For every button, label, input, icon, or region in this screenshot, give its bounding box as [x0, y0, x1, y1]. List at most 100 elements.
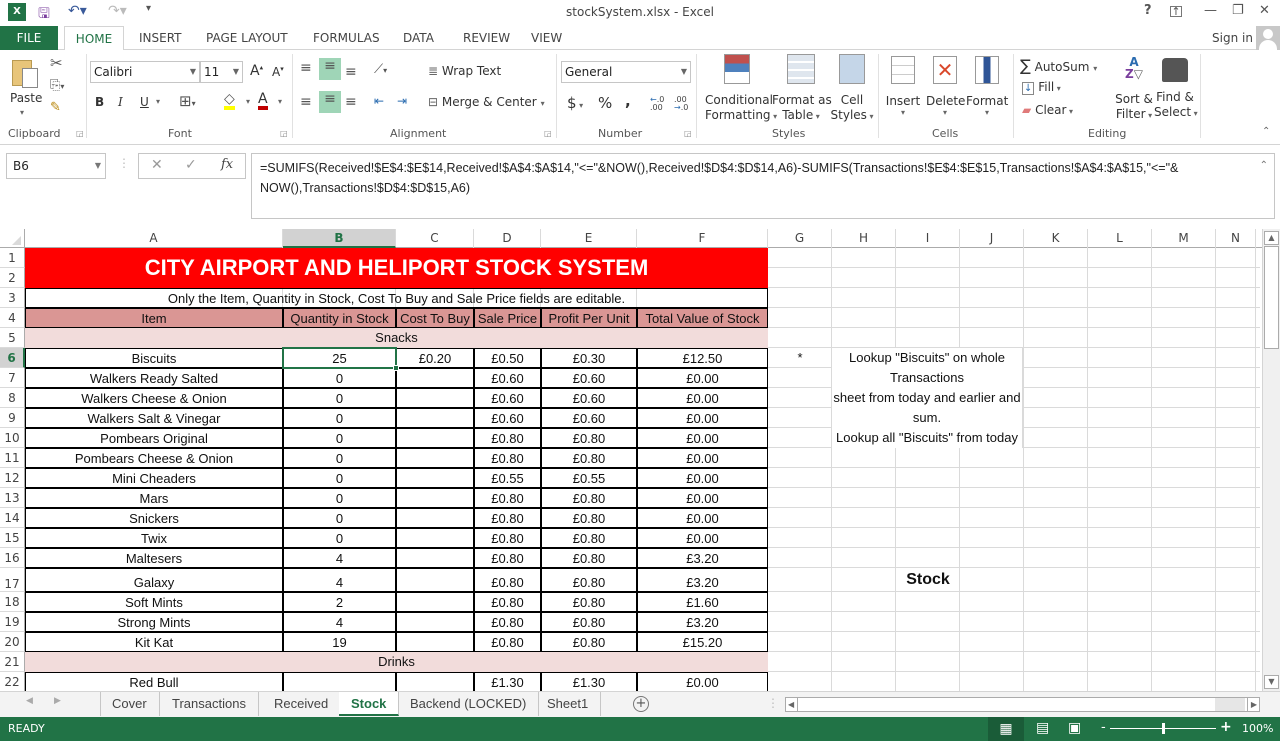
horizontal-scrollbar[interactable]: ◀ ▶ — [785, 697, 1260, 712]
table-cell-cost[interactable] — [396, 528, 474, 548]
row-header-16[interactable]: 16 — [0, 548, 25, 568]
tab-data[interactable]: DATA — [395, 26, 442, 50]
wrap-text-button[interactable]: ≣ Wrap Text — [428, 64, 501, 78]
header-cell-quantity-in-stock[interactable]: Quantity in Stock — [283, 308, 396, 328]
table-cell-qty[interactable]: 0 — [283, 408, 396, 428]
comma-button[interactable]: , — [625, 92, 631, 110]
tab-split-handle[interactable]: ⋮ — [767, 696, 779, 710]
table-cell-cost[interactable] — [396, 428, 474, 448]
table-cell-qty[interactable]: 4 — [283, 548, 396, 568]
table-cell-cost[interactable]: £0.20 — [396, 348, 474, 368]
user-avatar-icon[interactable] — [1256, 26, 1280, 50]
table-cell-sale[interactable]: £0.80 — [474, 592, 541, 612]
zoom-slider-thumb[interactable] — [1162, 723, 1165, 734]
zoom-out-icon[interactable]: - — [1101, 720, 1106, 735]
table-cell-item[interactable]: Galaxy — [25, 568, 283, 592]
zoom-in-icon[interactable]: + — [1220, 719, 1232, 735]
fill-color-icon[interactable]: ◇ — [224, 92, 235, 110]
header-cell-profit-per-unit[interactable]: Profit Per Unit — [541, 308, 637, 328]
decrease-indent-icon[interactable]: ⇤ — [374, 94, 384, 108]
fill-color-dropdown-icon[interactable]: ▾ — [246, 97, 250, 106]
table-cell-sale[interactable]: £0.80 — [474, 568, 541, 592]
orientation-icon[interactable]: ⟋▾ — [374, 62, 387, 77]
horizontal-scroll-thumb[interactable] — [800, 698, 1215, 711]
row-header-7[interactable]: 7 — [0, 368, 25, 388]
column-header-d[interactable]: D — [474, 229, 541, 248]
table-cell-sale[interactable]: £0.80 — [474, 428, 541, 448]
row-header-4[interactable]: 4 — [0, 308, 25, 328]
table-cell-cost[interactable] — [396, 612, 474, 632]
top-align-icon[interactable]: ≡ — [300, 60, 312, 76]
row-header-14[interactable]: 14 — [0, 508, 25, 528]
table-cell-qty[interactable]: 4 — [283, 612, 396, 632]
column-header-g[interactable]: G — [768, 229, 832, 248]
currency-button[interactable]: $ ▾ — [567, 94, 583, 112]
table-cell-total[interactable]: £0.00 — [637, 408, 768, 428]
sheet-tab-transactions[interactable]: Transactions — [160, 692, 259, 716]
row-header-21[interactable]: 21 — [0, 652, 25, 672]
table-cell-sale[interactable]: £0.60 — [474, 388, 541, 408]
table-cell-profit[interactable]: £0.80 — [541, 592, 637, 612]
row-header-15[interactable]: 15 — [0, 528, 25, 548]
row-header-5[interactable]: 5 — [0, 328, 25, 348]
table-cell-total[interactable]: £0.00 — [637, 672, 768, 691]
scroll-tabs-left-icon[interactable]: ◀ — [26, 696, 33, 706]
editable-note-cell[interactable]: Only the Item, Quantity in Stock, Cost T… — [25, 288, 768, 308]
font-launcher-icon[interactable]: ◲ — [280, 129, 288, 138]
bottom-align-icon[interactable]: ≡ — [345, 64, 357, 80]
column-header-a[interactable]: A — [25, 229, 283, 248]
column-header-l[interactable]: L — [1088, 229, 1152, 248]
row-header-2[interactable]: 2 — [0, 268, 25, 288]
table-cell-sale[interactable]: £0.60 — [474, 408, 541, 428]
table-cell-total[interactable]: £0.00 — [637, 388, 768, 408]
table-cell-profit[interactable]: £0.80 — [541, 528, 637, 548]
table-cell-cost[interactable] — [396, 632, 474, 652]
column-header-n[interactable]: N — [1216, 229, 1256, 248]
vertical-scrollbar[interactable]: ▲ ▼ — [1262, 229, 1280, 691]
format-as-table-button[interactable]: Format as Table ▾ — [772, 54, 832, 124]
formula-input[interactable]: =SUMIFS(Received!$E$4:$E$14,Received!$A$… — [251, 153, 1275, 219]
table-cell-total[interactable]: £3.20 — [637, 548, 768, 568]
paste-dropdown-icon[interactable]: ▾ — [20, 108, 24, 117]
insert-function-icon[interactable]: fx — [221, 157, 233, 172]
name-box[interactable]: B6 ▼ — [6, 153, 106, 179]
table-cell-total[interactable]: £3.20 — [637, 568, 768, 592]
column-header-e[interactable]: E — [541, 229, 637, 248]
table-cell-sale[interactable]: £0.80 — [474, 548, 541, 568]
table-cell-sale[interactable]: £1.30 — [474, 672, 541, 691]
table-cell-qty[interactable]: 0 — [283, 468, 396, 488]
table-cell-qty[interactable]: 0 — [283, 428, 396, 448]
italic-button[interactable]: I — [118, 95, 123, 109]
normal-view-icon[interactable]: ▦ — [988, 717, 1024, 741]
table-cell-item[interactable]: Maltesers — [25, 548, 283, 568]
row-header-3[interactable]: 3 — [0, 288, 25, 308]
table-cell-total[interactable]: £0.00 — [637, 428, 768, 448]
table-cell-cost[interactable] — [396, 388, 474, 408]
increase-indent-icon[interactable]: ⇥ — [397, 94, 407, 108]
format-painter-icon[interactable]: ✎ — [50, 100, 61, 115]
row-header-13[interactable]: 13 — [0, 488, 25, 508]
help-icon[interactable]: ? — [1144, 3, 1152, 18]
align-left-icon[interactable]: ≡ — [300, 94, 312, 110]
zoom-slider[interactable] — [1110, 723, 1216, 734]
table-cell-item[interactable]: Soft Mints — [25, 592, 283, 612]
column-header-f[interactable]: F — [637, 229, 768, 248]
underline-dropdown-icon[interactable]: ▾ — [156, 97, 160, 106]
alignment-launcher-icon[interactable]: ◲ — [544, 129, 552, 138]
font-color-dropdown-icon[interactable]: ▾ — [278, 97, 282, 106]
table-cell-total[interactable]: £1.60 — [637, 592, 768, 612]
table-cell-profit[interactable]: £0.80 — [541, 632, 637, 652]
increase-decimal-button[interactable]: ←.0.00 — [650, 96, 668, 112]
tab-file[interactable]: FILE — [0, 26, 58, 50]
table-cell-total[interactable]: £0.00 — [637, 468, 768, 488]
table-cell-total[interactable]: £0.00 — [637, 368, 768, 388]
cell-styles-button[interactable]: Cell Styles ▾ — [830, 54, 874, 124]
tab-view[interactable]: VIEW — [523, 26, 570, 50]
clipboard-launcher-icon[interactable]: ◲ — [76, 129, 84, 138]
scroll-tabs-right-icon[interactable]: ▶ — [54, 696, 61, 706]
table-cell-qty[interactable]: 0 — [283, 528, 396, 548]
row-header-10[interactable]: 10 — [0, 428, 25, 448]
table-cell-profit[interactable]: £0.80 — [541, 448, 637, 468]
table-cell-cost[interactable] — [396, 568, 474, 592]
paste-button[interactable] — [10, 56, 40, 90]
